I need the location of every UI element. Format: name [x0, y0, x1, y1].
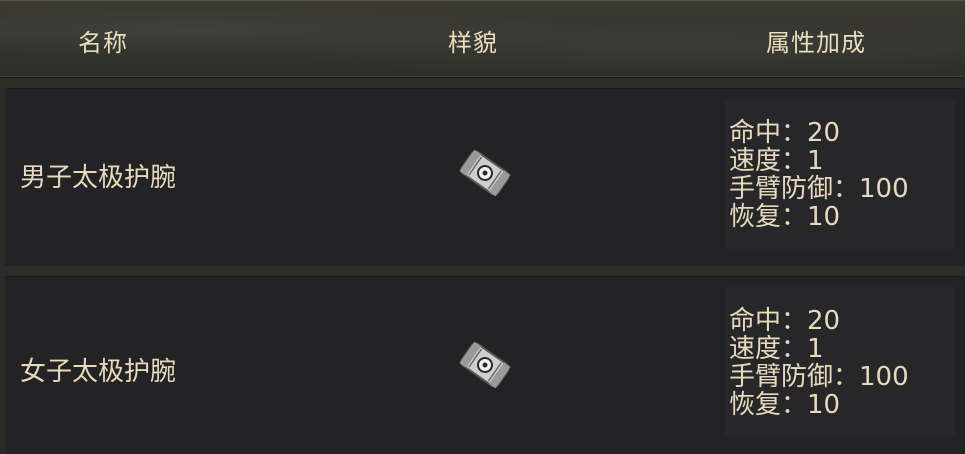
- row-divider: [0, 78, 965, 88]
- bracer-icon: [459, 341, 511, 389]
- attr-hit: 命中：20: [729, 118, 841, 148]
- item-attributes: 命中：20 速度：1 手臂防御：100 恢复：10: [729, 119, 909, 231]
- header-appearance: 样貌: [448, 29, 498, 57]
- attr-recovery: 恢复：10: [729, 202, 841, 232]
- attr-speed: 速度：1: [729, 146, 824, 176]
- attr-recovery: 恢复：10: [729, 390, 841, 420]
- equipment-table: 名称 样貌 属性加成 男子太极护腕 命中：20 速度：1 手臂防御：100 恢复…: [0, 0, 965, 454]
- item-name: 男子太极护腕: [20, 163, 177, 193]
- attr-hit: 命中：20: [729, 306, 841, 336]
- header-name: 名称: [78, 29, 128, 57]
- table-header: 名称 样貌 属性加成: [0, 0, 965, 79]
- header-attributes: 属性加成: [766, 29, 866, 57]
- attr-arm-defense: 手臂防御：100: [729, 362, 909, 392]
- row-divider: [0, 266, 965, 276]
- attr-arm-defense: 手臂防御：100: [729, 174, 909, 204]
- table-row: 男子太极护腕 命中：20 速度：1 手臂防御：100 恢复：10: [5, 88, 965, 267]
- item-name: 女子太极护腕: [20, 357, 177, 387]
- item-attributes: 命中：20 速度：1 手臂防御：100 恢复：10: [729, 307, 909, 419]
- attr-speed: 速度：1: [729, 334, 824, 364]
- table-row: 女子太极护腕 命中：20 速度：1 手臂防御：100 恢复：10: [5, 276, 965, 454]
- bracer-icon: [459, 149, 511, 197]
